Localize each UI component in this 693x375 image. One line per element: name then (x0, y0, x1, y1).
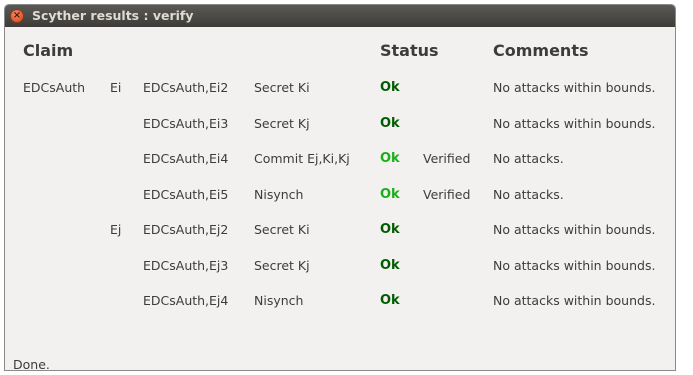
comment-cell: No attacks within bounds. (493, 258, 656, 273)
claim-id-cell: EDCsAuth,Ei5 (143, 187, 229, 202)
verified-label: Verified (423, 187, 471, 202)
comment-cell: No attacks within bounds. (493, 80, 656, 95)
status-ok: Ok (380, 258, 400, 273)
comment-cell: No attacks within bounds. (493, 116, 656, 131)
status-ok: Ok (380, 293, 400, 308)
role-cell: Ej (110, 222, 122, 237)
close-icon[interactable]: × (10, 9, 24, 23)
claim-cell: Secret Ki (254, 80, 310, 95)
claim-header: Claim (23, 41, 74, 60)
claim-cell: Secret Kj (254, 116, 310, 131)
results-window: × Scyther results : verify Claim Status … (4, 4, 676, 371)
status-ok: Ok (380, 222, 400, 237)
claim-id-cell: EDCsAuth,Ei2 (143, 80, 229, 95)
status-ok: Ok (380, 116, 400, 131)
comment-cell: No attacks. (493, 187, 564, 202)
claim-cell: Nisynch (254, 293, 304, 308)
claim-cell: Secret Kj (254, 258, 310, 273)
claim-id-cell: EDCsAuth,Ej4 (143, 293, 229, 308)
verified-label: Verified (423, 151, 471, 166)
claim-cell: Nisynch (254, 187, 304, 202)
protocol-cell: EDCsAuth (23, 80, 86, 95)
status-bar: Done. (13, 357, 50, 371)
comment-cell: No attacks within bounds. (493, 222, 656, 237)
claim-cell: Commit Ej,Ki,Kj (254, 151, 350, 166)
comment-cell: No attacks within bounds. (493, 293, 656, 308)
window-title: Scyther results : verify (32, 8, 194, 23)
comment-cell: No attacks. (493, 151, 564, 166)
status-header: Status (380, 41, 439, 60)
claim-id-cell: EDCsAuth,Ej3 (143, 258, 229, 273)
claim-id-cell: EDCsAuth,Ei3 (143, 116, 229, 131)
status-ok: Ok (380, 80, 400, 95)
status-ok: Ok (380, 151, 400, 166)
claim-id-cell: EDCsAuth,Ei4 (143, 151, 229, 166)
status-ok: Ok (380, 187, 400, 202)
comments-header: Comments (493, 41, 589, 60)
title-bar[interactable]: × Scyther results : verify (5, 5, 675, 27)
claim-id-cell: EDCsAuth,Ej2 (143, 222, 229, 237)
role-cell: Ei (110, 80, 122, 95)
claim-cell: Secret Ki (254, 222, 310, 237)
